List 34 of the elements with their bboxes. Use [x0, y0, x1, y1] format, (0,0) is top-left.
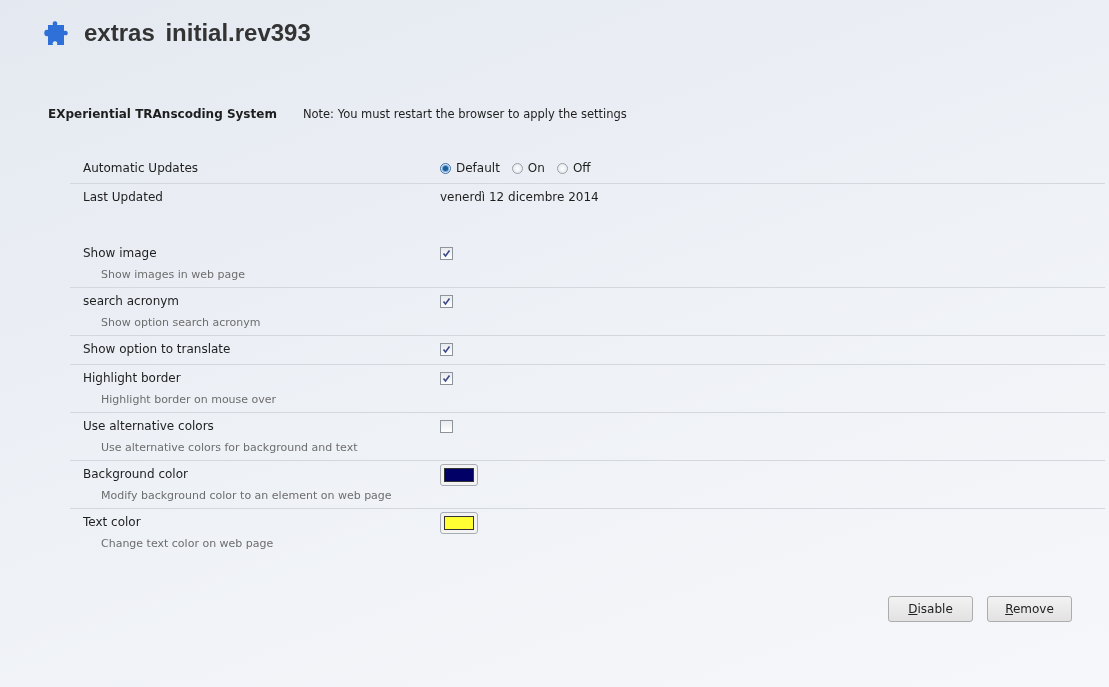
color-picker[interactable]: [440, 464, 478, 486]
radio-indicator[interactable]: [511, 162, 523, 174]
section-title: EXperiential TRAnscoding System: [48, 107, 277, 121]
checkbox[interactable]: [440, 372, 453, 385]
color-picker[interactable]: [440, 512, 478, 534]
checkbox[interactable]: [440, 247, 453, 260]
checkbox[interactable]: [440, 420, 453, 433]
action-button[interactable]: Disable: [888, 596, 973, 622]
radio-option[interactable]: On: [511, 161, 545, 175]
setting-label: Text color: [83, 515, 142, 529]
setting-label: Last Updated: [83, 190, 164, 204]
setting-description: Highlight border on mouse over: [100, 393, 278, 406]
value-text: venerdì 12 dicembre 2014: [440, 190, 599, 204]
checkbox[interactable]: [440, 295, 453, 308]
setting-label: search acronym: [83, 294, 181, 308]
checkbox[interactable]: [440, 343, 453, 356]
radio-option[interactable]: Off: [556, 161, 591, 175]
setting-description: Modify background color to an element on web page: [100, 489, 393, 502]
radio-indicator[interactable]: [440, 162, 451, 174]
page-title: extras initial.rev393: [84, 19, 311, 47]
setting-label: Use alternative colors: [83, 419, 215, 433]
radio-indicator[interactable]: [556, 162, 568, 174]
setting-label: Show image: [83, 246, 158, 260]
setting-description: Show images in web page: [100, 268, 246, 281]
setting-description: Change text color on web page: [100, 537, 275, 550]
action-button[interactable]: Remove: [987, 596, 1072, 622]
setting-label: Highlight border: [83, 371, 182, 385]
setting-label: Automatic Updates: [83, 161, 200, 175]
setting-description: Show option search acronym: [100, 316, 262, 329]
setting-label: Show option to translate: [83, 342, 232, 356]
radio-option[interactable]: Default: [440, 161, 500, 175]
note-text: Note: You must restart the browser to apply the settings: [302, 107, 627, 121]
setting-label: Background color: [83, 467, 189, 481]
setting-description: Use alternative colors for background and text: [100, 441, 359, 454]
